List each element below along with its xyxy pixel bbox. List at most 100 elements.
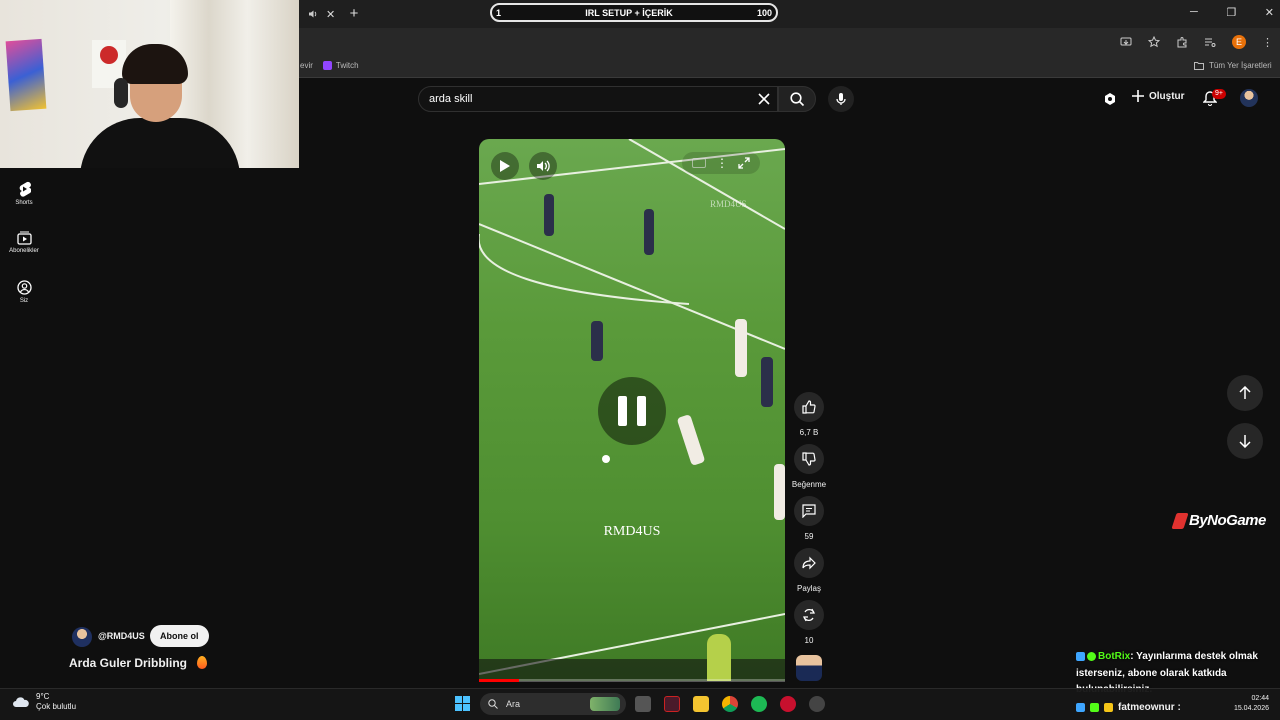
player-dark: [644, 209, 654, 255]
like-count: 6,7 B: [799, 428, 819, 437]
like-action: 6,7 B: [781, 392, 837, 437]
player-dark: [761, 357, 773, 407]
remix-icon: [803, 608, 815, 622]
wall-poster: [5, 38, 47, 112]
video-progress-fill: [479, 679, 519, 682]
create-shorts-icon[interactable]: [1103, 92, 1117, 106]
search-highlight-icon: [590, 697, 620, 711]
sidebar-item-label: Shorts: [15, 200, 33, 206]
webcam-overlay: [0, 0, 299, 168]
microphone-icon: [836, 93, 846, 105]
thumbs-down-icon: [802, 452, 816, 466]
clear-search-icon[interactable]: [757, 92, 771, 106]
video-title[interactable]: Arda Guler Dribbling: [69, 656, 187, 670]
dislike-button[interactable]: [794, 444, 824, 474]
badge-icon: [1076, 651, 1085, 661]
like-button[interactable]: [794, 392, 824, 422]
close-tab-icon[interactable]: ✕: [326, 8, 335, 21]
share-icon: [802, 556, 816, 570]
start-button[interactable]: [455, 696, 470, 711]
account-avatar[interactable]: [1240, 89, 1258, 107]
create-button[interactable]: Oluştur: [1132, 90, 1185, 102]
twitch-icon: [322, 61, 332, 70]
remix-count: 10: [804, 636, 814, 645]
fullscreen-icon[interactable]: [738, 157, 750, 169]
previous-video-button[interactable]: [1227, 375, 1263, 411]
chat-username: fatmeownur :: [1118, 702, 1181, 713]
install-app-icon[interactable]: [1120, 36, 1132, 48]
player-dark: [591, 321, 603, 361]
video-progress-bar[interactable]: [479, 679, 785, 682]
weather-widget[interactable]: 9°C Çok bulutlu: [12, 692, 76, 712]
minimize-button[interactable]: ─: [1190, 6, 1198, 22]
badge-icon: [1090, 703, 1099, 712]
chat-line-2: fatmeownur :: [1076, 702, 1181, 713]
dislike-label: Beğenme: [791, 480, 827, 489]
comment-count: 59: [804, 532, 814, 541]
profile-avatar[interactable]: E: [1232, 35, 1246, 49]
player-white: [735, 319, 747, 377]
file-explorer-icon[interactable]: [693, 696, 709, 712]
pause-button[interactable]: [598, 377, 666, 445]
system-clock[interactable]: 02:44 15.04.2026: [1195, 694, 1269, 714]
comments-action: 59: [781, 496, 837, 541]
media-control-icon[interactable]: [1204, 36, 1216, 48]
bynogame-icon: [1171, 512, 1189, 529]
bookmark-twitch[interactable]: Twitch: [322, 61, 359, 70]
extensions-icon[interactable]: [1176, 36, 1188, 48]
more-options-icon[interactable]: ⋮: [716, 156, 728, 170]
restore-button[interactable]: ❐: [1226, 6, 1236, 22]
task-view-icon[interactable]: [635, 696, 651, 712]
arrow-down-icon: [1239, 435, 1251, 448]
ball: [602, 455, 610, 463]
bookmark-star-icon[interactable]: [1148, 36, 1160, 48]
chrome-icon[interactable]: [722, 696, 738, 712]
sidebar-item-shorts[interactable]: Shorts: [0, 181, 48, 206]
badge-icon: [1076, 703, 1085, 712]
search-input[interactable]: arda skill: [418, 86, 778, 112]
sidebar-item-you[interactable]: Siz: [0, 280, 48, 304]
chat-username: BotRix: [1098, 651, 1131, 662]
play-icon: [500, 160, 510, 172]
sponsor-logo: ByNoGame: [1171, 512, 1266, 529]
thumbs-up-icon: [802, 400, 816, 414]
fire-emoji-icon: [197, 656, 207, 669]
menu-kebab-icon[interactable]: ⋮: [1262, 36, 1273, 49]
subscribe-button[interactable]: Abone ol: [150, 625, 209, 647]
obs-icon[interactable]: [809, 696, 825, 712]
streaming-app-icon[interactable]: [780, 696, 796, 712]
next-video-button[interactable]: [1227, 423, 1263, 459]
comment-icon: [802, 504, 816, 518]
captions-icon[interactable]: [692, 158, 706, 168]
sponsor-name: ByNoGame: [1189, 512, 1266, 529]
app-icon[interactable]: [664, 696, 680, 712]
headphones: [114, 78, 128, 108]
share-button[interactable]: [794, 548, 824, 578]
remix-button[interactable]: [794, 600, 824, 630]
arrow-up-icon: [1239, 386, 1251, 399]
taskbar-search[interactable]: Ara: [480, 693, 626, 715]
browser-tab[interactable]: ✕: [300, 4, 344, 24]
volume-button[interactable]: [529, 152, 557, 180]
bookmark-truncated[interactable]: evir: [300, 61, 313, 70]
audio-icon[interactable]: [308, 9, 318, 19]
create-label: Oluştur: [1149, 90, 1185, 102]
comments-button[interactable]: [794, 496, 824, 526]
folder-icon: [1194, 62, 1204, 70]
sidebar-item-label: Abonelikler: [9, 248, 39, 254]
all-bookmarks[interactable]: Tüm Yer İşaretleri: [1194, 61, 1272, 70]
search-icon: [789, 91, 804, 106]
video-top-controls: ⋮: [682, 152, 760, 174]
bookmarks-left: evir Twitch: [300, 61, 359, 70]
audio-source-avatar[interactable]: [796, 655, 822, 681]
channel-handle[interactable]: @RMD4US: [98, 631, 145, 641]
sidebar-item-subscriptions[interactable]: Abonelikler: [0, 231, 48, 254]
play-button[interactable]: [491, 152, 519, 180]
voice-search-button[interactable]: [828, 86, 854, 112]
search-button[interactable]: [778, 86, 816, 112]
close-window-button[interactable]: ✕: [1265, 6, 1274, 22]
channel-avatar[interactable]: [72, 627, 92, 647]
spotify-icon[interactable]: [751, 696, 767, 712]
cloud-icon: [13, 697, 29, 707]
new-tab-button[interactable]: +: [346, 6, 362, 22]
